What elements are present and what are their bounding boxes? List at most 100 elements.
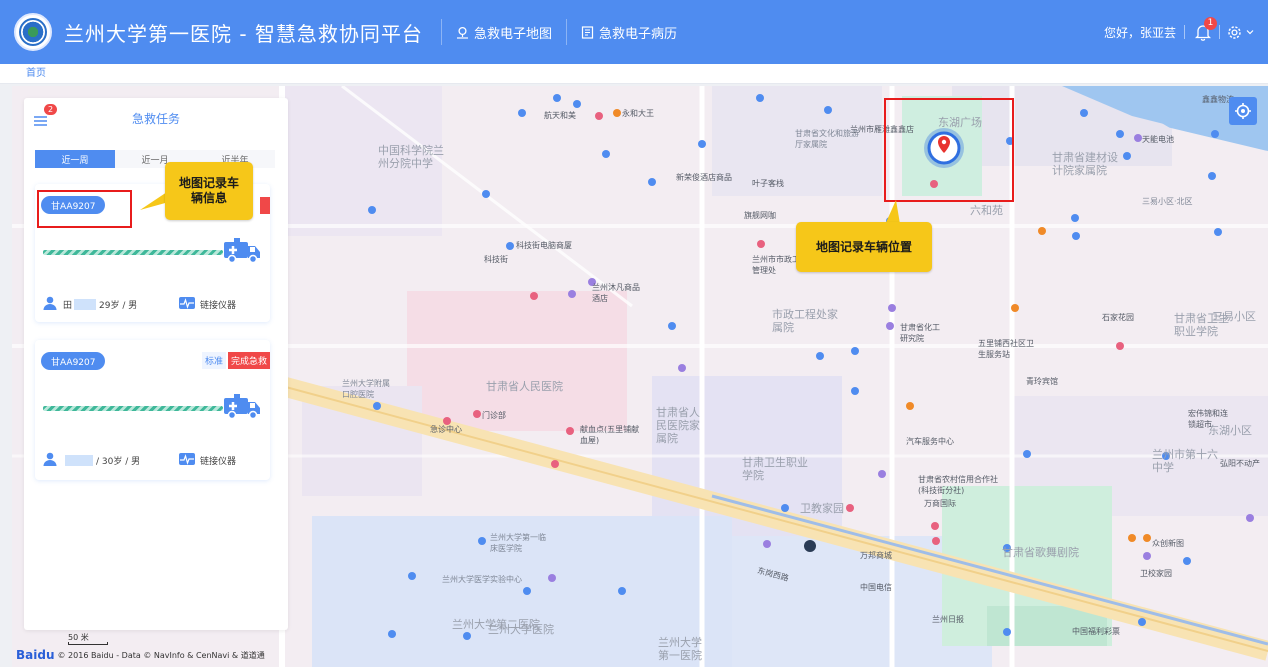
map-attribution: Baidu © 2016 Baidu - Data © NavInfo & Ce… bbox=[16, 646, 265, 664]
vehicle-position-highlight bbox=[884, 98, 1014, 202]
nav-label: 急救电子地图 bbox=[473, 26, 552, 42]
nav-emergency-map[interactable]: 急救电子地图 bbox=[456, 23, 552, 42]
map-label: 科技街 bbox=[484, 255, 508, 264]
vehicle-position-callout: 地图记录车辆位置 bbox=[796, 222, 932, 272]
progress-stripe bbox=[43, 406, 223, 411]
notification-bell[interactable]: 1 bbox=[1195, 16, 1217, 41]
vehicle-info-highlight bbox=[37, 190, 132, 228]
complete-rescue-button[interactable] bbox=[260, 197, 270, 214]
vehicle-plate[interactable]: 甘AA9207 bbox=[41, 352, 106, 370]
map-label: 兰州大学第一医院 bbox=[658, 636, 702, 662]
map-label: 众创新图 bbox=[1152, 539, 1184, 548]
map-label: 五里铺西社区卫生服务站 bbox=[978, 339, 1034, 359]
map-label: 甘肃省化工研究院 bbox=[900, 323, 940, 343]
map-label: 兰州大学医学实验中心 bbox=[442, 575, 522, 584]
ecg-icon bbox=[179, 296, 195, 312]
map-label: 汽车服务中心 bbox=[906, 437, 954, 446]
map-label: 中国科学院兰州分院中学 bbox=[378, 144, 444, 170]
map-label: 航天和美 bbox=[544, 111, 576, 120]
header-divider bbox=[440, 19, 442, 45]
map-label: 甘肃省农村信用合作社(科技街分社) bbox=[918, 475, 998, 495]
patient-age-gender: 29岁 / 男 bbox=[99, 300, 138, 311]
map-label: 兰州大学附属口腔医院 bbox=[342, 379, 390, 399]
map-label: 中国福利彩票 bbox=[1072, 627, 1120, 636]
map-label: 甘肃省卫生职业学院 bbox=[1174, 312, 1229, 338]
breadcrumb-home[interactable]: 首页 bbox=[26, 68, 46, 79]
map-label: 甘肃省人民医院家属院 bbox=[656, 406, 700, 445]
map-label: 叶子客栈 bbox=[752, 179, 784, 188]
map-label: 甘肃省建材设计院家属院 bbox=[1052, 151, 1118, 177]
person-icon bbox=[43, 296, 57, 313]
ecg-icon bbox=[179, 452, 195, 468]
patient-age-gender: / 30岁 / 男 bbox=[96, 456, 141, 467]
map-label: 石家花园 bbox=[1102, 313, 1134, 322]
map-pin-icon bbox=[456, 26, 469, 39]
complete-rescue-button[interactable]: 完成急救 bbox=[227, 352, 270, 369]
instrument-link[interactable]: 链接仪器 bbox=[179, 452, 237, 468]
map-label: 甘肃卫生职业学院 bbox=[742, 456, 808, 482]
map-label: 卫教家园 bbox=[800, 502, 844, 515]
copyright-text: © 2016 Baidu - Data © NavInfo & CenNavi … bbox=[57, 650, 265, 660]
task-card[interactable]: 甘AA9207 标准 完成急救 / 30岁 / 男 链接仪器 bbox=[35, 340, 270, 480]
map-label: 永和大王 bbox=[622, 109, 654, 118]
standard-tag: 标准 bbox=[201, 352, 226, 369]
map-label: 中国电信 bbox=[860, 583, 892, 592]
crosshair-icon bbox=[1235, 103, 1251, 119]
map-label: 门诊部 bbox=[482, 411, 506, 420]
map-label: 万商国际 bbox=[924, 499, 956, 508]
map-label: 兰州市第十六中学 bbox=[1152, 448, 1218, 474]
baidu-logo[interactable]: Baidu bbox=[16, 648, 55, 662]
name-mask bbox=[74, 298, 97, 310]
map-label: 市政工程处家属院 bbox=[772, 308, 838, 334]
map-label: 六和苑 bbox=[970, 204, 1003, 217]
map-label: 兰州大学第一临床医学院 bbox=[490, 533, 546, 553]
map-label: 新荣俊酒店商品 bbox=[676, 173, 732, 182]
app-header: 兰州大学第一医院 - 智慧急救协同平台 急救电子地图 急救电子病历 您好，张亚芸… bbox=[0, 0, 1268, 64]
patient-info-row: / 30岁 / 男 链接仪器 bbox=[43, 452, 263, 468]
record-icon bbox=[581, 25, 594, 39]
breadcrumb: 首页 bbox=[0, 64, 1268, 84]
map-label: 献血点(五里铺献血屋) bbox=[580, 425, 640, 445]
map-label: 万邦商城 bbox=[860, 551, 892, 560]
instrument-link[interactable]: 链接仪器 bbox=[179, 296, 237, 312]
ambulance-icon bbox=[222, 390, 262, 424]
instrument-label: 链接仪器 bbox=[200, 456, 237, 467]
map-scale-bar bbox=[68, 642, 108, 645]
panel-title: 急救任务 bbox=[131, 112, 180, 126]
nav-emergency-records[interactable]: 急救电子病历 bbox=[581, 23, 677, 42]
app-title: 兰州大学第一医院 - 智慧急救协同平台 bbox=[64, 21, 423, 46]
patient-name: 田 bbox=[63, 300, 73, 311]
header-divider bbox=[565, 19, 567, 45]
instrument-label: 链接仪器 bbox=[200, 300, 237, 311]
settings-divider bbox=[1219, 25, 1220, 39]
progress-stripe bbox=[43, 250, 223, 255]
map-label: 甘肃省人民医院 bbox=[486, 380, 563, 393]
name-mask bbox=[65, 454, 93, 466]
map-label: 甘肃省歌舞剧院 bbox=[1002, 546, 1079, 559]
map-label: 急诊中心 bbox=[430, 425, 462, 434]
chevron-down-icon[interactable] bbox=[1246, 28, 1254, 36]
map-label: 旗舰网咖 bbox=[744, 211, 776, 220]
map-label: 天能电池 bbox=[1142, 135, 1174, 144]
map-label: 弘阳不动产 bbox=[1220, 459, 1260, 468]
map-label: 卫校家园 bbox=[1140, 569, 1172, 578]
map-label: 兰州沐凡商品酒店 bbox=[592, 283, 640, 303]
nav-label: 急救电子病历 bbox=[598, 26, 677, 42]
map-label: 兰州大学第二医院 bbox=[452, 618, 540, 631]
patient-info-row: 田 29岁 / 男 链接仪器 bbox=[43, 296, 263, 312]
map-label: 青玲宾馆 bbox=[1026, 377, 1058, 386]
tab-last-week[interactable]: 近一周 bbox=[35, 150, 115, 168]
map-label: 兰州日报 bbox=[932, 615, 964, 624]
settings-gear-icon[interactable] bbox=[1227, 25, 1242, 40]
ambulance-icon bbox=[222, 234, 262, 268]
notification-badge: 1 bbox=[1204, 16, 1217, 30]
map-label: 三易小区·北区 bbox=[1142, 197, 1193, 206]
hospital-logo bbox=[14, 13, 52, 51]
user-greeting[interactable]: 您好，张亚芸 bbox=[1104, 24, 1176, 41]
map-label: 宏伟锦和连锁超市 bbox=[1188, 409, 1228, 429]
vehicle-info-callout: 地图记录车辆信息 bbox=[165, 162, 253, 220]
header-user-area: 您好，张亚芸 1 bbox=[1104, 0, 1254, 64]
locate-button[interactable] bbox=[1229, 97, 1257, 125]
user-divider bbox=[1184, 25, 1185, 39]
map-label: 科技街电脑商厦 bbox=[516, 241, 572, 250]
